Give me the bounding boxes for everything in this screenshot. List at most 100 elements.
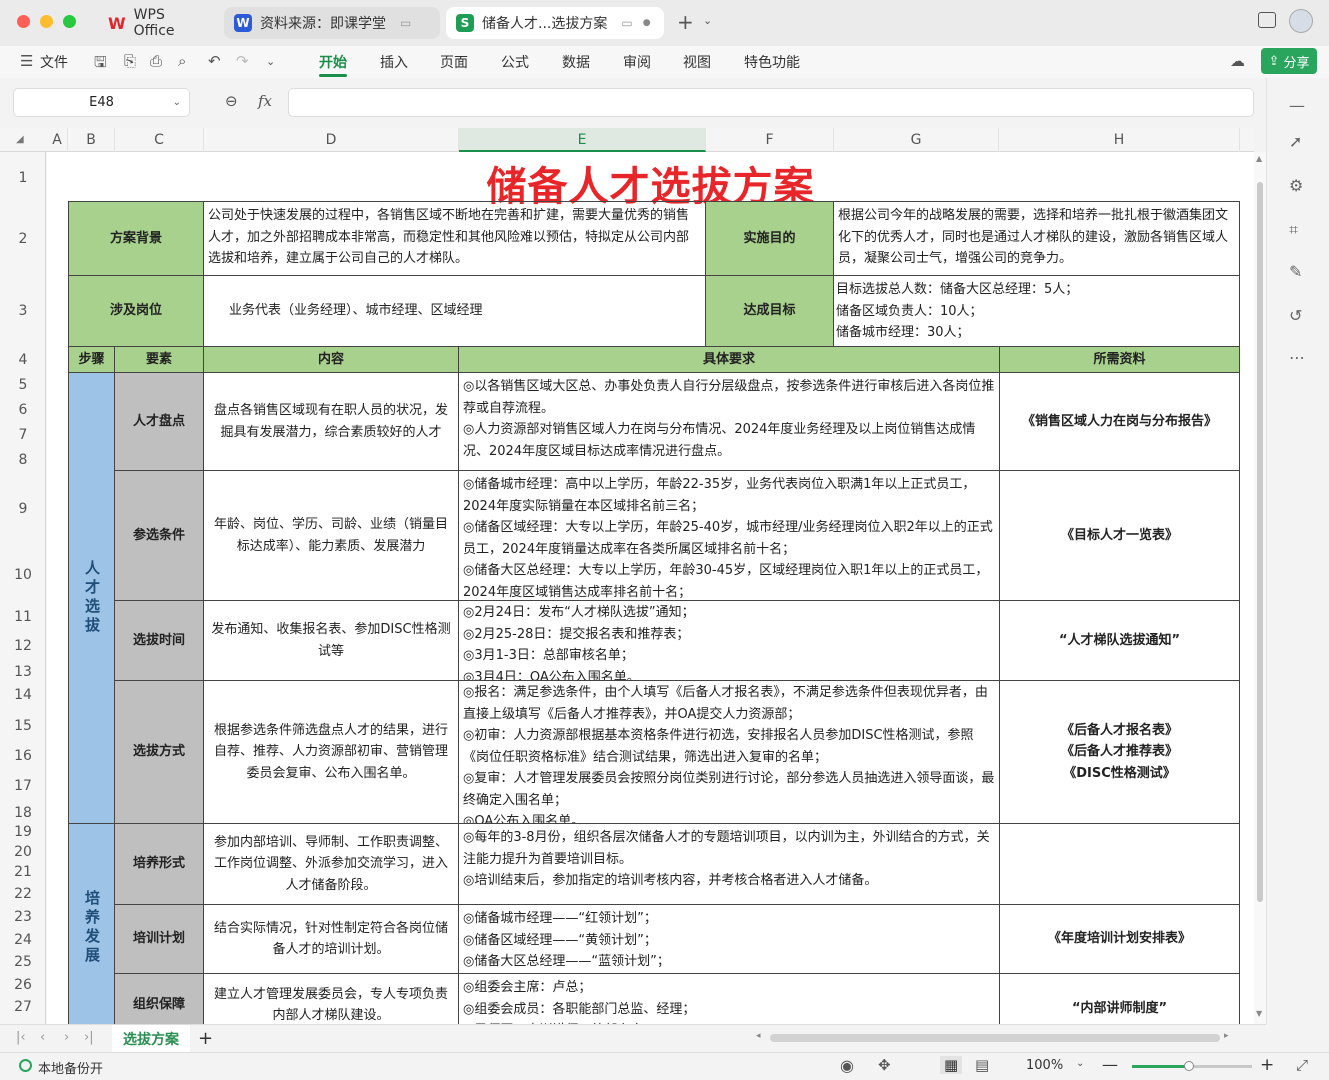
- ai-assistant-icon[interactable]: ✎: [1289, 262, 1302, 281]
- print-preview-icon[interactable]: ⌕: [178, 52, 186, 70]
- backup-status-text[interactable]: 本地备份开: [38, 1058, 103, 1077]
- zoom-dropdown-icon[interactable]: ⌄: [1076, 1058, 1084, 1069]
- row-header[interactable]: 2: [0, 231, 45, 247]
- last-sheet-icon[interactable]: ›|: [84, 1030, 94, 1045]
- row-header[interactable]: 5: [0, 377, 45, 393]
- horizontal-scroll-thumb[interactable]: [770, 1034, 1220, 1042]
- requirement-cell[interactable]: ◎组委会主席：卢总； ◎组委会成员：各职能部门总监、经理； ◎导师团：内训讲师、…: [458, 973, 1000, 1024]
- more-chevron-icon[interactable]: ⌄: [266, 55, 275, 68]
- element-cell[interactable]: 选拔时间: [114, 600, 204, 681]
- requirement-cell[interactable]: ◎每年的3-8月份，组织各层次储备人才的专题培训项目，以内训为主，外训结合的方式…: [458, 823, 1000, 905]
- menu-insert[interactable]: 插入: [380, 52, 408, 72]
- row-header[interactable]: 4: [0, 352, 45, 368]
- column-header-a[interactable]: A: [47, 128, 68, 152]
- material-cell[interactable]: 《目标人才一览表》: [999, 470, 1240, 601]
- row-header[interactable]: 25: [0, 954, 45, 970]
- row-header[interactable]: 7: [0, 427, 45, 443]
- menu-page[interactable]: 页面: [440, 52, 468, 72]
- row-header[interactable]: 13: [0, 664, 45, 680]
- menu-formula[interactable]: 公式: [501, 52, 529, 72]
- material-cell[interactable]: “人才梯队选拔通知”: [999, 600, 1240, 681]
- requirement-cell[interactable]: ◎以各销售区域大区总、办事处负责人自行分层级盘点，按参选条件进行审核后进入各岗位…: [458, 372, 1000, 471]
- material-cell[interactable]: [999, 823, 1240, 905]
- posts-label-cell[interactable]: 涉及岗位: [68, 275, 204, 347]
- purpose-label-cell[interactable]: 实施目的: [705, 201, 834, 276]
- eye-protection-icon[interactable]: ◉: [840, 1056, 854, 1075]
- row-header[interactable]: 17: [0, 778, 45, 794]
- material-cell[interactable]: “内部讲师制度”: [999, 973, 1240, 1024]
- collapse-icon[interactable]: —: [1289, 96, 1305, 115]
- fx-icon[interactable]: fx: [258, 92, 272, 110]
- material-cell[interactable]: 《后备人才报名表》 《后备人才推荐表》 《DISC性格测试》: [999, 680, 1240, 824]
- new-tab-plus-icon[interactable]: +: [677, 10, 694, 34]
- section-development[interactable]: 培养发展: [68, 823, 115, 1024]
- column-header-c[interactable]: C: [115, 128, 204, 152]
- element-cell[interactable]: 培养形式: [114, 823, 204, 905]
- row-header[interactable]: 20: [0, 844, 45, 860]
- column-header-b[interactable]: B: [68, 128, 115, 152]
- row-header[interactable]: 12: [0, 638, 45, 654]
- section-selection[interactable]: 人才选拔: [68, 372, 115, 824]
- material-cell[interactable]: 《年度培训计划安排表》: [999, 904, 1240, 974]
- add-sheet-icon[interactable]: +: [198, 1028, 213, 1049]
- next-sheet-icon[interactable]: ›: [64, 1030, 69, 1045]
- column-header-d[interactable]: D: [204, 128, 459, 152]
- background-text-cell[interactable]: 公司处于快速发展的过程中，各销售区域不断地在完善和扩建，需要大量优秀的销售人才，…: [203, 201, 706, 276]
- cursor-select-icon[interactable]: ➚: [1289, 132, 1302, 151]
- content-cell[interactable]: 参加内部培训、导师制、工作职责调整、工作岗位调整、外派参加交流学习，进入人才储备…: [203, 823, 459, 905]
- requirement-cell[interactable]: ◎报名：满足参选条件，由个人填写《后备人才报名表》，不满足参选条件但表现优异者，…: [458, 680, 1000, 824]
- redo-icon[interactable]: ↷: [236, 52, 249, 70]
- menu-view[interactable]: 视图: [683, 52, 711, 72]
- header-materials[interactable]: 所需资料: [999, 346, 1240, 373]
- tab-doc-source[interactable]: W 资料来源：即课学堂 ▭: [224, 7, 440, 39]
- goal-text-cell[interactable]: 目标选拔总人数：储备大区总经理：5人； 储备区域负责人：10人； 储备城市经理：…: [833, 275, 1240, 347]
- requirement-cell[interactable]: ◎储备城市经理：高中以上学历，年龄22-35岁，业务代表岗位入职满1年以上正式员…: [458, 470, 1000, 601]
- row-header[interactable]: 23: [0, 909, 45, 925]
- content-cell[interactable]: 建立人才管理发展委员会，专人专项负责内部人才梯队建设。: [203, 973, 459, 1024]
- row-header[interactable]: 9: [0, 501, 45, 517]
- element-cell[interactable]: 组织保障: [114, 973, 204, 1024]
- row-header[interactable]: 24: [0, 932, 45, 948]
- element-cell[interactable]: 参选条件: [114, 470, 204, 601]
- tab-menu-chevron-icon[interactable]: ⌄: [703, 14, 712, 27]
- posts-text-cell[interactable]: 业务代表（业务经理）、城市经理、区域经理: [203, 275, 706, 347]
- crop-icon[interactable]: ⌗: [1289, 220, 1298, 240]
- background-label-cell[interactable]: 方案背景: [68, 201, 204, 276]
- menu-data[interactable]: 数据: [562, 52, 590, 72]
- element-cell[interactable]: 选拔方式: [114, 680, 204, 824]
- row-header[interactable]: 3: [0, 303, 45, 319]
- undo-icon[interactable]: ↶: [208, 52, 221, 70]
- content-cell[interactable]: 结合实际情况，针对性制定符合各岗位储备人才的培训计划。: [203, 904, 459, 974]
- scroll-right-icon[interactable]: ▸: [1224, 1031, 1229, 1041]
- content-cell[interactable]: 发布通知、收集报名表、参加DISC性格测试等: [203, 600, 459, 681]
- row-header[interactable]: 10: [0, 567, 45, 583]
- sliders-icon[interactable]: ⚙: [1289, 176, 1303, 195]
- goal-label-cell[interactable]: 达成目标: [705, 275, 834, 347]
- menu-file[interactable]: 文件: [40, 52, 68, 72]
- menu-features[interactable]: 特色功能: [744, 52, 800, 72]
- crosshair-icon[interactable]: ✥: [878, 1056, 891, 1074]
- row-header[interactable]: 1: [0, 170, 45, 186]
- material-cell[interactable]: 《销售区域人力在岗与分布报告》: [999, 372, 1240, 471]
- tab-spreadsheet-active[interactable]: S 储备人才...选拔方案 ▭ ●: [446, 7, 664, 39]
- normal-view-icon[interactable]: ▦: [940, 1056, 963, 1074]
- share-button[interactable]: ⇪ 分享: [1261, 48, 1317, 74]
- row-header[interactable]: 22: [0, 886, 45, 902]
- requirement-cell[interactable]: ◎2月24日：发布“人才梯队选拔”通知； ◎2月25-28日：提交报名表和推荐表…: [458, 600, 1000, 681]
- print-icon[interactable]: ⎙: [150, 52, 162, 70]
- formula-input[interactable]: [288, 88, 1254, 117]
- select-all-corner-icon[interactable]: ◢: [16, 134, 24, 145]
- tab-wps-home[interactable]: W WPS Office: [98, 7, 218, 39]
- menu-review[interactable]: 审阅: [623, 52, 651, 72]
- page-layout-icon[interactable]: ▤: [975, 1056, 989, 1074]
- scroll-up-icon[interactable]: ▲: [1256, 154, 1262, 163]
- zoom-level[interactable]: 100%: [1026, 1058, 1063, 1073]
- header-element[interactable]: 要素: [114, 346, 204, 373]
- row-header[interactable]: 19: [0, 824, 45, 840]
- row-header[interactable]: 8: [0, 452, 45, 468]
- row-header[interactable]: 14: [0, 687, 45, 703]
- user-avatar[interactable]: [1289, 9, 1313, 33]
- row-header[interactable]: 11: [0, 609, 45, 625]
- export-icon[interactable]: ⎘: [124, 52, 136, 70]
- cloud-icon[interactable]: ☁: [1230, 52, 1245, 70]
